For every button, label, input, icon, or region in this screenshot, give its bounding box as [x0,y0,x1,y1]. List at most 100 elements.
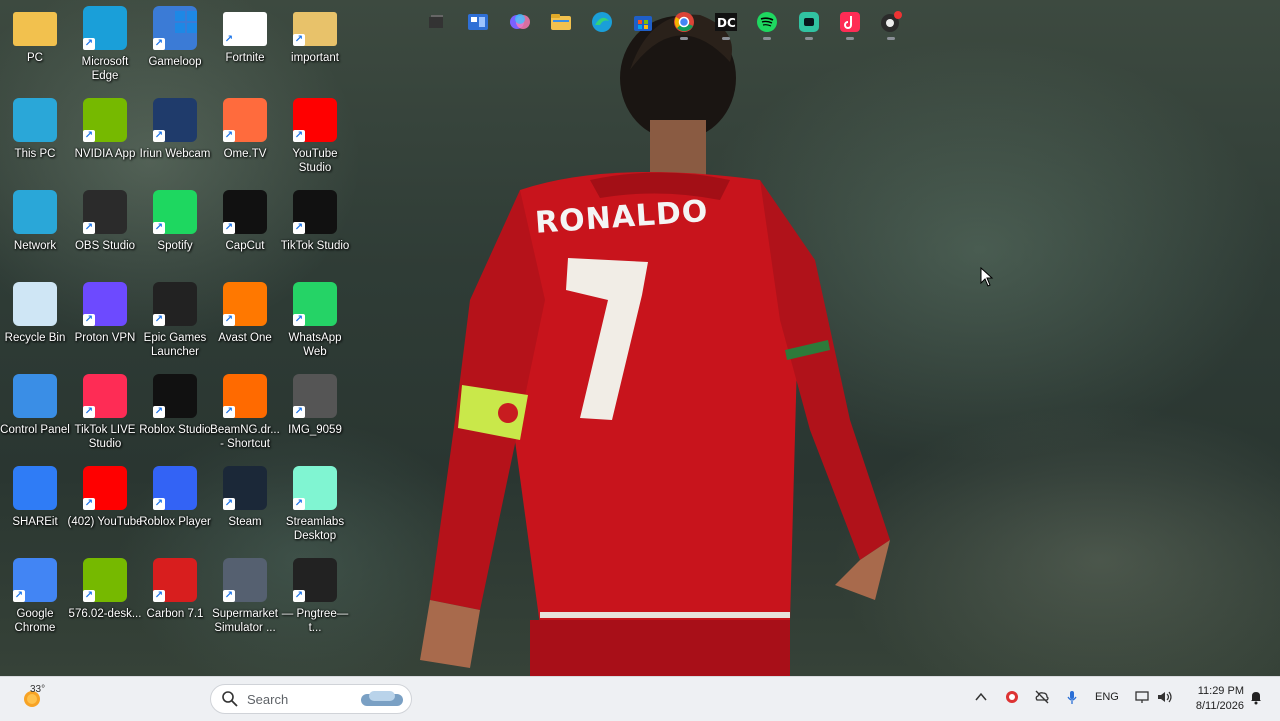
shortcut-arrow-icon: ↗ [293,314,305,326]
desktop-icon[interactable]: ↗ Iriun Webcam [140,92,210,178]
shortcut-arrow-icon: ↗ [223,222,235,234]
taskbar-widgets[interactable] [462,6,494,38]
taskbar-dc-app[interactable]: DC [710,6,742,40]
desktop-icon[interactable]: ↗ — Pngtree—t... [280,552,350,638]
epic-games-icon: ↗ [153,282,197,326]
desktop-icon[interactable]: ↗ (402) YouTube [67,460,143,546]
desktop-icon[interactable]: Control Panel [0,368,70,454]
desktop-icon[interactable]: Network [0,184,70,270]
taskbar-spotify[interactable] [751,6,783,40]
desktop-icon-label: Network [13,240,57,252]
tray-app-icon[interactable] [1004,689,1020,705]
desktop-icon[interactable]: ↗ Roblox Player [139,460,211,546]
clock-time: 11:29 PM [1197,685,1244,697]
desktop-icon[interactable]: Recycle Bin [0,276,70,362]
running-indicator [680,37,688,40]
taskbar-search-box[interactable]: Search [210,684,412,714]
desktop-icon-label: TikTok LIVE Studio [74,424,136,450]
shortcut-arrow-icon: ↗ [223,590,235,602]
shortcut-arrow-icon: ↗ [223,406,235,418]
recycle-bin-icon [13,282,57,326]
desktop-icon[interactable]: ↗ Streamlabs Desktop [280,460,350,546]
desktop-icon[interactable]: ↗ OBS Studio [70,184,140,270]
search-placeholder: Search [247,691,289,707]
shortcut-arrow-icon: ↗ [153,130,165,142]
video-thumbnail-icon: ↗ [293,374,337,418]
desktop-icon-label: Steam [228,516,262,528]
desktop-icon[interactable]: ↗ TikTok LIVE Studio [70,368,140,454]
desktop-icon-label: WhatsApp Web [288,332,342,358]
desktop-icon-label: YouTube Studio [292,148,338,174]
taskbar-task-view[interactable] [420,6,452,38]
taskbar-obs[interactable] [875,6,907,40]
desktop-icon[interactable]: ↗ Proton VPN [70,276,140,362]
youtube-icon: ↗ [83,466,127,510]
streamlabs-icon: ↗ [293,466,337,510]
desktop-icon[interactable]: ↗ important [280,0,350,86]
desktop-icon-label: Spotify [157,240,193,252]
desktop-icon[interactable]: ↗ Fortnite [210,0,280,86]
desktop-icon[interactable]: ↗ Spotify [140,184,210,270]
task-view-icon [429,15,443,28]
taskbar-edge[interactable] [586,6,618,38]
desktop-icon[interactable]: ↗ Roblox Studio [139,368,211,454]
desktop-icon[interactable]: ↗ NVIDIA App [70,92,140,178]
desktop-icon-label: CapCut [225,240,265,252]
notification-bell-icon[interactable] [1248,689,1264,705]
desktop-icon[interactable]: ↗ Epic Games Launcher [140,276,210,362]
running-indicator [805,37,813,40]
shortcut-arrow-icon: ↗ [293,34,305,46]
file-explorer-icon [551,14,571,30]
carbon-icon: ↗ [153,558,197,602]
show-hidden-icons-chevron-icon[interactable] [974,690,988,704]
shortcut-arrow-icon: ↗ [83,130,95,142]
image-file-icon: ↗ [293,558,337,602]
taskbar-chrome[interactable] [668,6,700,40]
desktop-icon[interactable]: ↗ IMG_9059 [280,368,350,454]
mouse-cursor-icon [980,267,994,287]
desktop-icon[interactable]: This PC [0,92,70,178]
taskbar-clock[interactable]: 11:29 PM 8/11/2026 [1184,684,1244,714]
desktop-icon[interactable]: ↗ 576.02-desk... [69,552,141,638]
dc-app-icon: DC [715,13,737,31]
desktop-icon[interactable]: ↗ Microsoft Edge [70,0,140,86]
whatsapp-icon: ↗ [293,282,337,326]
obs-icon [881,11,902,32]
start-button[interactable] [170,6,202,38]
desktop-icon[interactable]: ↗ WhatsApp Web [280,276,350,362]
desktop-icon[interactable]: SHAREit [0,460,70,546]
desktop-icon-label: Avast One [218,332,272,344]
microphone-icon[interactable] [1064,689,1080,705]
running-indicator [887,37,895,40]
taskbar-store[interactable] [627,6,659,38]
taskbar-file-explorer[interactable] [545,6,577,38]
network-display-icon[interactable] [1134,689,1150,705]
desktop-icon[interactable]: ↗ BeamNG.dr... - Shortcut [210,368,280,454]
taskbar-tiktok-live[interactable] [834,6,866,40]
tiktok-icon: ↗ [293,190,337,234]
desktop-icon-label: Supermarket Simulator ... [212,608,278,634]
desktop-icon[interactable]: ↗ TikTok Studio [280,184,350,270]
windows-start-icon [175,11,197,33]
shortcut-arrow-icon: ↗ [293,406,305,418]
desktop-icon-label: important [291,52,339,64]
desktop-icon[interactable]: ↗ Steam [210,460,280,546]
taskbar-streamlabs[interactable] [793,6,825,40]
desktop-icon[interactable]: ↗ Avast One [210,276,280,362]
taskbar-copilot[interactable] [504,6,536,38]
desktop-icon[interactable]: PC [0,0,70,86]
desktop-icon[interactable]: ↗ Ome.TV [210,92,280,178]
volume-icon[interactable] [1156,689,1174,705]
desktop-icon[interactable]: ↗ Google Chrome [0,552,70,638]
desktop-icon[interactable]: ↗ YouTube Studio [280,92,350,178]
desktop-icon[interactable]: ↗ CapCut [210,184,280,270]
search-icon [222,691,238,707]
shortcut-arrow-icon: ↗ [13,590,25,602]
desktop-icon[interactable]: ↗ Carbon 7.1 [140,552,210,638]
cloud-offline-icon[interactable] [1034,689,1050,705]
language-indicator[interactable]: ENG [1095,691,1119,703]
desktop-icon[interactable]: ↗ Supermarket Simulator ... [210,552,280,638]
streamlabs-icon [799,12,819,32]
shortcut-arrow-icon: ↗ [83,314,95,326]
desktop-icon-label: (402) YouTube [67,516,143,528]
